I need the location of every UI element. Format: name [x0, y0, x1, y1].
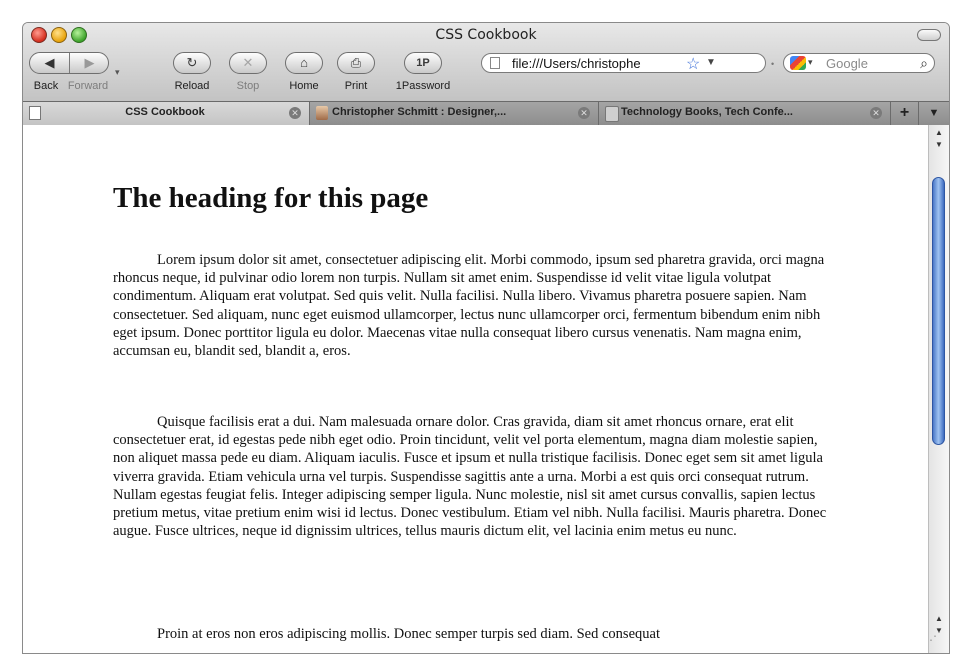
back-label: Back: [33, 80, 59, 92]
address-bar[interactable]: file:///Users/christophe ☆ ▼: [481, 53, 766, 73]
tab-christopher-schmitt[interactable]: Christopher Schmitt : Designer,... ✕: [310, 102, 599, 125]
search-icon[interactable]: ⌕: [920, 55, 928, 72]
vertical-scrollbar[interactable]: ▲ ▼ ▲ ▼: [928, 125, 949, 653]
title-bar: CSS Cookbook ◀ ▶ Back Forward ▾ ↻ Reload…: [23, 23, 949, 125]
print-button[interactable]: ⎙: [337, 52, 375, 74]
onepassword-icon: 1P: [416, 57, 430, 69]
bookmark-star-icon[interactable]: ☆: [686, 54, 700, 74]
scroll-up-arrow-icon[interactable]: ▲: [929, 127, 949, 139]
photo-favicon: [316, 106, 328, 120]
reload-button[interactable]: ↻: [173, 52, 211, 74]
home-button[interactable]: ⌂: [285, 52, 323, 74]
forward-arrow-icon[interactable]: ▶: [70, 55, 109, 71]
tab-css-cookbook[interactable]: CSS Cookbook ✕: [23, 102, 310, 125]
browser-window: CSS Cookbook ◀ ▶ Back Forward ▾ ↻ Reload…: [22, 22, 950, 654]
close-tab-icon[interactable]: ✕: [578, 107, 590, 119]
printer-icon: ⎙: [350, 55, 362, 70]
home-icon: ⌂: [300, 55, 308, 70]
window-title: CSS Cookbook: [435, 27, 537, 43]
tab-technology-books[interactable]: Technology Books, Tech Confe... ✕: [599, 102, 891, 125]
paragraph: Proin at eros non eros adipiscing mollis…: [157, 626, 660, 642]
tab-title: CSS Cookbook: [125, 106, 205, 118]
tab-bar: CSS Cookbook ✕ Christopher Schmitt : Des…: [23, 101, 949, 125]
scrollbar-thumb[interactable]: [932, 177, 945, 445]
oreilly-favicon: [605, 106, 619, 122]
search-engine-caret-icon[interactable]: ▾: [808, 57, 813, 68]
paragraph: Quisque facilisis erat a dui. Nam malesu…: [113, 414, 827, 540]
close-tab-icon[interactable]: ✕: [289, 107, 301, 119]
tab-title: Technology Books, Tech Confe...: [621, 106, 793, 118]
search-field[interactable]: ▾ Google ⌕: [783, 53, 935, 73]
resize-grip-icon[interactable]: ⋰: [929, 629, 941, 643]
forward-label: Forward: [67, 80, 109, 92]
close-tab-icon[interactable]: ✕: [870, 107, 882, 119]
document-icon: [29, 106, 41, 120]
reload-icon: ↻: [186, 55, 198, 70]
page-heading: The heading for this page: [113, 182, 429, 214]
scroll-down-arrow-icon[interactable]: ▼: [929, 139, 949, 151]
tab-list-menu-icon[interactable]: ▼: [919, 102, 949, 125]
snapback-dot-icon[interactable]: •: [771, 59, 774, 69]
back-forward-control: ◀ ▶: [29, 52, 109, 74]
paragraph: Lorem ipsum dolor sit amet, consectetuer…: [113, 252, 825, 360]
new-tab-button[interactable]: +: [891, 102, 919, 125]
history-caret-icon[interactable]: ▾: [115, 67, 120, 78]
page-icon: [490, 57, 500, 69]
page-content: The heading for this page Lorem ipsum do…: [23, 125, 928, 653]
back-arrow-icon[interactable]: ◀: [30, 55, 69, 71]
address-input[interactable]: file:///Users/christophe: [512, 56, 682, 71]
onepassword-button[interactable]: 1P: [404, 52, 442, 74]
stop-icon: ✕: [242, 55, 254, 70]
stop-button[interactable]: ✕: [229, 52, 267, 74]
print-label: Print: [344, 80, 368, 92]
toolbar-toggle-button[interactable]: [917, 29, 941, 41]
scroll-up-arrow-icon[interactable]: ▲: [929, 613, 949, 625]
reload-label: Reload: [174, 80, 210, 92]
home-label: Home: [289, 80, 319, 92]
tab-title: Christopher Schmitt : Designer,...: [332, 106, 507, 118]
stop-label: Stop: [236, 80, 260, 92]
google-logo-icon[interactable]: [790, 56, 806, 70]
search-input[interactable]: Google: [826, 56, 868, 71]
onepassword-label: 1Password: [395, 80, 451, 92]
address-dropdown-icon[interactable]: ▼: [706, 57, 716, 68]
